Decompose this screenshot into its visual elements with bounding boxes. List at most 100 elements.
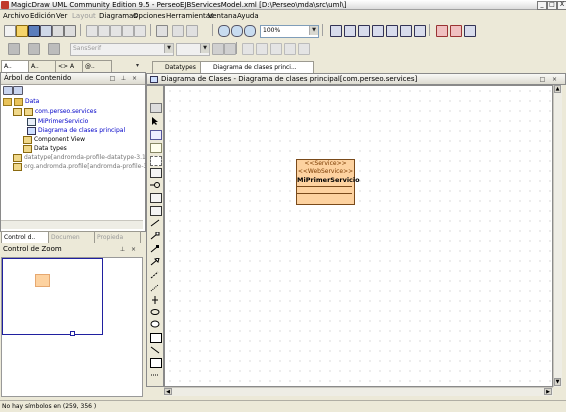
tree-item-diagrama-clases-principal[interactable]: Diagrama de clases principal: [27, 126, 125, 135]
cut-icon[interactable]: [86, 25, 98, 37]
text-icon[interactable]: [150, 130, 162, 140]
menu-ventana[interactable]: Ventana: [208, 12, 237, 21]
close-icon[interactable]: ×: [130, 246, 137, 253]
tab-propiedades[interactable]: Propieda: [94, 231, 141, 243]
tab-a4[interactable]: @..: [82, 60, 112, 72]
class-tool-icon[interactable]: [150, 168, 162, 178]
pin-icon[interactable]: ⊥: [120, 75, 127, 82]
composition-tool-icon[interactable]: [150, 245, 160, 253]
zoom-overview[interactable]: [1, 257, 143, 397]
close-icon[interactable]: ×: [131, 75, 138, 82]
menu-archivo[interactable]: Archivo: [3, 12, 29, 21]
scroll-down-icon[interactable]: ▼: [554, 378, 561, 386]
align-bottom-icon[interactable]: [284, 43, 296, 55]
interface-tool-icon[interactable]: [150, 181, 160, 189]
tree-item-data-types[interactable]: Data types: [23, 144, 67, 153]
back-icon[interactable]: [436, 25, 448, 37]
find-icon[interactable]: [134, 25, 146, 37]
bold-icon[interactable]: [212, 43, 224, 55]
menu-diagramas[interactable]: Diagramas: [99, 12, 137, 21]
dependency-tool-icon[interactable]: [150, 271, 160, 279]
zoom-out-icon[interactable]: [231, 25, 243, 37]
realization-tool-icon[interactable]: [150, 284, 160, 292]
tree-item-andromda-profile[interactable]: org.andromda.profile[andromda-profile-3.: [13, 162, 149, 171]
menu-ver[interactable]: Ver: [56, 12, 67, 21]
diagram-vertical-scrollbar[interactable]: ▲ ▼: [553, 85, 562, 387]
tree-horizontal-scrollbar[interactable]: [1, 220, 143, 229]
tab-documentacion[interactable]: Documen: [48, 231, 95, 243]
line-tool-icon[interactable]: [150, 346, 160, 354]
tab-a3[interactable]: <> A: [55, 60, 85, 72]
tree-item-data[interactable]: Data: [3, 97, 39, 106]
fill-color-icon[interactable]: [8, 43, 20, 55]
zoom-fit-icon[interactable]: [244, 25, 256, 37]
aggregation-tool-icon[interactable]: [150, 231, 160, 240]
font-size-combo[interactable]: ▼: [176, 43, 210, 56]
zoom-resize-handle[interactable]: [70, 331, 75, 336]
menu-ayuda[interactable]: Ayuda: [237, 12, 259, 21]
anchor-icon[interactable]: [150, 156, 162, 166]
align-top-icon[interactable]: [270, 43, 282, 55]
class-miprimerservicio[interactable]: <<Service>> <<WebService>> MiPrimerServi…: [296, 159, 360, 205]
zoom-combo[interactable]: 100% ▼: [260, 25, 319, 38]
usage-tool-icon[interactable]: [150, 296, 160, 304]
exit-icon[interactable]: [464, 25, 476, 37]
subsystem-tool-icon[interactable]: [150, 206, 162, 216]
chevron-down-icon[interactable]: ▾: [134, 62, 141, 69]
diagram-horizontal-scrollbar[interactable]: ◀ ▶: [164, 387, 553, 396]
forward-icon[interactable]: [450, 25, 462, 37]
float-icon[interactable]: □: [539, 76, 546, 83]
tab-arbol[interactable]: A..: [1, 60, 31, 72]
tree-item-datatype-profile[interactable]: datatype[andromda-profile-datatype-3.1-: [13, 153, 148, 162]
chevron-down-icon[interactable]: ▼: [200, 44, 209, 53]
menu-layout[interactable]: Layout: [72, 12, 96, 21]
generalization-tool-icon[interactable]: [150, 257, 160, 266]
chevron-down-icon[interactable]: ▼: [164, 44, 173, 53]
association-tool-icon[interactable]: [150, 219, 160, 227]
close-icon[interactable]: ×: [551, 76, 558, 83]
zoom-viewport-rectangle[interactable]: [2, 258, 103, 335]
lock-icon[interactable]: [150, 103, 162, 113]
float-icon[interactable]: □: [109, 75, 116, 82]
zoom-in-icon[interactable]: [218, 25, 230, 37]
tree-item-miprimerservicio[interactable]: MiPrimerServicio: [27, 117, 88, 126]
scroll-up-icon[interactable]: ▲: [554, 85, 561, 93]
copy-icon[interactable]: [98, 25, 110, 37]
minimize-button[interactable]: _: [537, 1, 547, 10]
oval-tool-icon[interactable]: [150, 320, 160, 328]
maximize-button[interactable]: □: [547, 1, 557, 10]
scroll-left-icon[interactable]: ◀: [164, 388, 172, 395]
align-icon[interactable]: [372, 25, 384, 37]
select-arrow-icon[interactable]: [150, 117, 160, 125]
layout-icon[interactable]: [330, 25, 342, 37]
open-icon[interactable]: [16, 25, 28, 37]
delete-icon[interactable]: [122, 25, 134, 37]
package-tool-icon[interactable]: [150, 193, 162, 203]
italic-icon[interactable]: [224, 43, 236, 55]
connector-icon[interactable]: [400, 25, 412, 37]
model-icon[interactable]: [414, 25, 426, 37]
expand-all-icon[interactable]: [13, 86, 23, 95]
note-icon[interactable]: [150, 143, 162, 153]
menu-edicion[interactable]: Edición: [30, 12, 55, 21]
diagram-canvas[interactable]: [164, 85, 553, 387]
save-icon[interactable]: [28, 25, 40, 37]
print-preview-icon[interactable]: [64, 25, 76, 37]
save-all-icon[interactable]: [40, 25, 52, 37]
close-button[interactable]: X: [557, 1, 566, 10]
new-project-icon[interactable]: [4, 25, 16, 37]
font-combo[interactable]: SansSerif ▼: [70, 43, 174, 56]
tab-control-de-zoom[interactable]: Control d..: [1, 231, 49, 243]
ellipse-tool-icon[interactable]: [150, 308, 160, 316]
more-tools-icon[interactable]: [150, 371, 160, 379]
paste-icon[interactable]: [110, 25, 122, 37]
undo-icon[interactable]: [156, 25, 168, 37]
tree-item-component-view[interactable]: Component View: [23, 135, 85, 144]
tree-layout-icon[interactable]: [358, 25, 370, 37]
redo-icon[interactable]: [172, 25, 184, 37]
tab-diagrama-clases-principal[interactable]: Diagrama de clases princi...: [200, 61, 314, 73]
scroll-right-icon[interactable]: ▶: [544, 388, 552, 395]
frame-tool-icon[interactable]: [150, 358, 162, 368]
hierarchy-layout-icon[interactable]: [344, 25, 356, 37]
tab-a2[interactable]: A..: [28, 60, 58, 72]
